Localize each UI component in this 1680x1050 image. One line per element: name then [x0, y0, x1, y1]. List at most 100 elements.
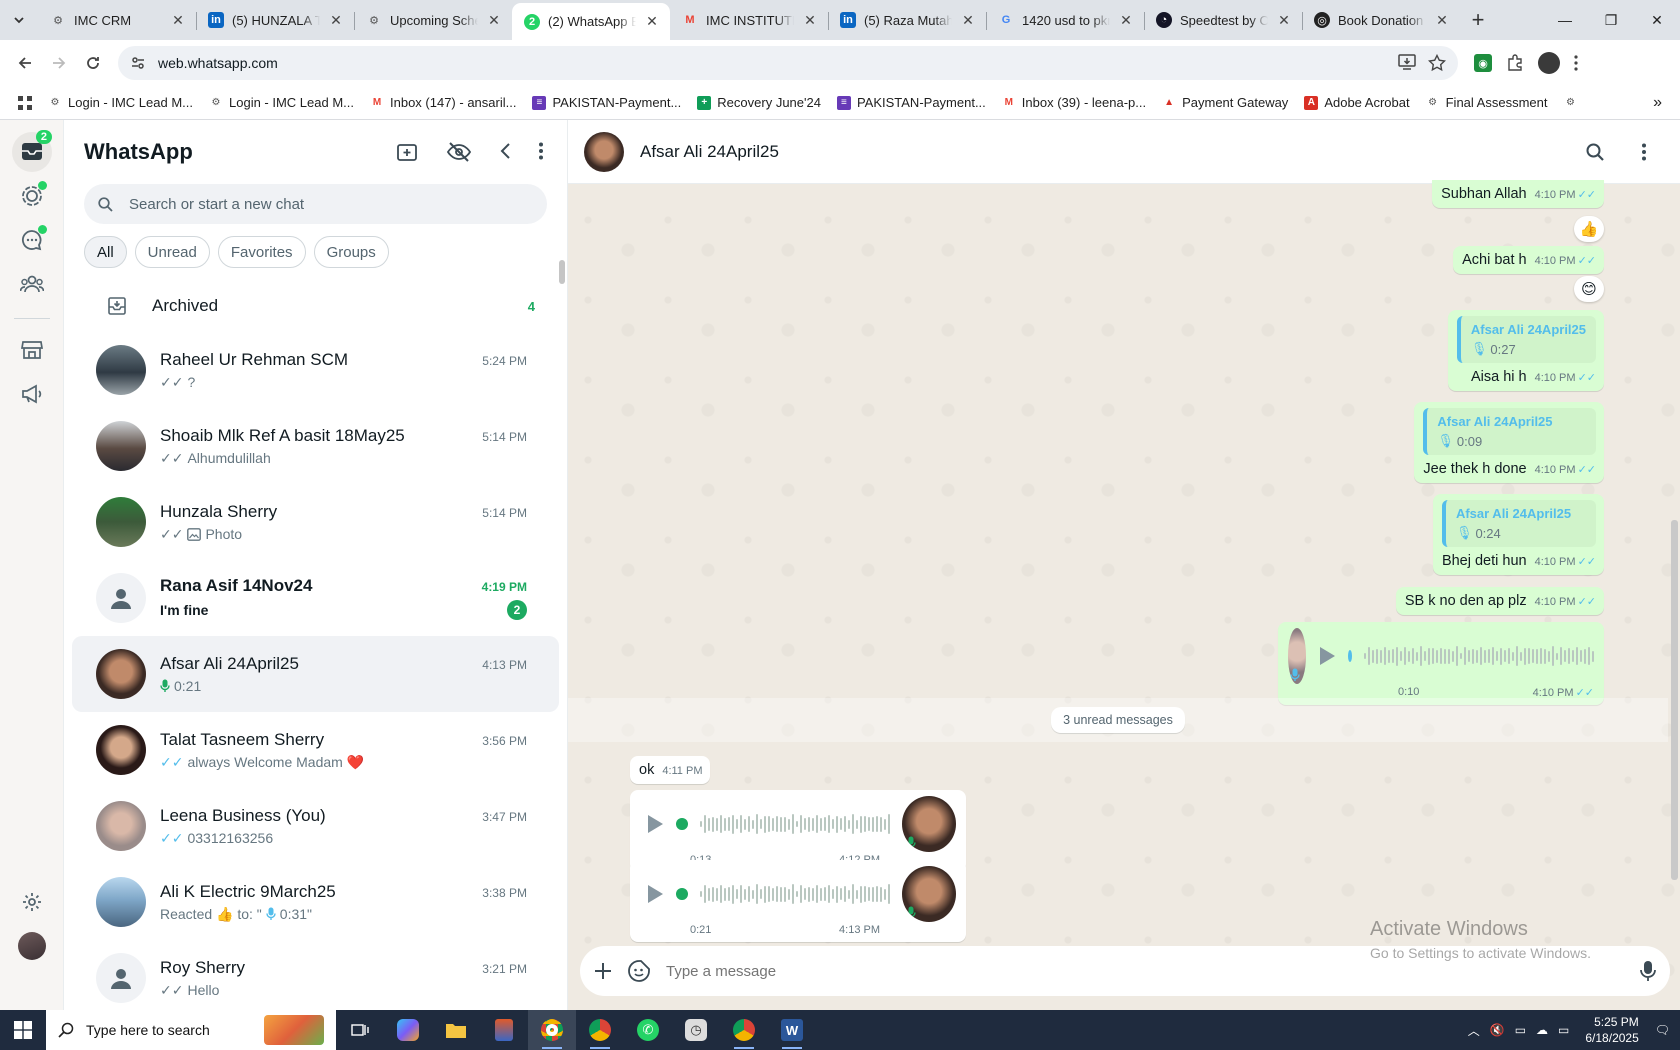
message-bubble-out[interactable]: Afsar Ali 24April25 🎙 0:09 Jee thek h done… [1414, 402, 1604, 483]
playhead-dot[interactable] [676, 888, 688, 900]
sticker-emoji-icon[interactable] [628, 960, 650, 982]
close-icon[interactable]: ✕ [486, 12, 502, 29]
message-bubble-out[interactable]: Afsar Ali 24April25 🎙 0:27 Aisa hi h 4:10 P… [1447, 310, 1604, 391]
waveform[interactable] [699, 881, 890, 907]
filter-groups[interactable]: Groups [313, 236, 389, 268]
close-icon[interactable]: ✕ [328, 12, 344, 29]
taskbar-search[interactable]: Type here to search [46, 1010, 336, 1050]
quoted-voice-message[interactable]: Afsar Ali 24April25 🎙 0:09 [1423, 408, 1596, 455]
chat-row[interactable]: Shoaib Mlk Ref A basit 18May25 5:14 PM ✓✓… [72, 408, 559, 484]
close-icon[interactable]: ✕ [1276, 12, 1292, 29]
chat-row[interactable]: Ali K Electric 9March25 3:38 PM Reacted 👍… [72, 864, 559, 940]
megaphone-icon[interactable] [12, 374, 52, 414]
tab-whatsapp[interactable]: 2 (2) WhatsApp Bu ✕ [512, 3, 670, 40]
quoted-voice-message[interactable]: Afsar Ali 24April25 🎙 0:27 [1456, 316, 1596, 363]
taskbar-clock[interactable]: 5:25 PM 6/18/2025 [1585, 1014, 1638, 1046]
message-reaction[interactable]: 👍 [1574, 216, 1604, 242]
close-icon[interactable]: ✕ [170, 12, 186, 29]
voice-message-in[interactable]: 0:21 4:13 PM [630, 860, 966, 942]
windows-start-icon[interactable] [0, 1010, 46, 1050]
kebab-menu-icon[interactable] [1574, 55, 1578, 71]
status-icon[interactable] [12, 176, 52, 216]
tab-linkedin-raza[interactable]: in (5) Raza Mutahi ✕ [828, 3, 986, 37]
back-arrow-icon[interactable] [8, 46, 42, 80]
file-explorer-icon[interactable] [432, 1010, 480, 1050]
site-info-icon[interactable] [130, 55, 146, 71]
more-bookmarks-icon[interactable]: » [1647, 94, 1668, 112]
install-app-icon[interactable] [1398, 54, 1416, 72]
tab-gmail-imc[interactable]: M IMC INSTITUTE | ✕ [670, 3, 828, 37]
tab-search-button[interactable] [0, 0, 38, 40]
archived-row[interactable]: Archived 4 [64, 280, 567, 332]
volume-muted-icon[interactable]: 🔇 [1490, 1023, 1505, 1037]
puzzle-icon[interactable] [1506, 54, 1524, 72]
chats-icon[interactable]: 2 [12, 130, 52, 172]
voice-message-out[interactable]: 0:10 4:10 PM ✓✓ [1278, 622, 1604, 705]
notifications-icon[interactable]: 🗨 [1655, 1023, 1670, 1037]
device-icon[interactable]: ▭ [1515, 1023, 1526, 1037]
message-bubble-out[interactable]: Afsar Ali 24April25 🎙 0:24 Bhej deti hun 4:… [1432, 494, 1604, 575]
message-bubble-out[interactable]: SB k no den ap plz 4:10 PM ✓✓ [1395, 587, 1604, 615]
filter-unread[interactable]: Unread [134, 236, 210, 268]
search-icon[interactable] [1586, 143, 1604, 161]
menu-dots-icon[interactable] [539, 142, 543, 162]
chat-row[interactable]: Hunzala Sherry 5:14 PM ✓✓ Photo [72, 484, 559, 560]
new-tab-button[interactable]: + [1460, 2, 1496, 38]
bookmark-item[interactable]: A Adobe Acrobat [1298, 95, 1415, 110]
business-tools-icon[interactable] [12, 330, 52, 370]
chat-row[interactable]: Leena Business (You) 3:47 PM ✓✓ 0331216325… [72, 788, 559, 864]
close-icon[interactable]: ✕ [1434, 12, 1450, 29]
attach-plus-icon[interactable] [594, 962, 612, 980]
filter-favorites[interactable]: Favorites [217, 236, 306, 268]
play-icon[interactable] [646, 814, 664, 834]
bookmark-item[interactable]: ≡ PAKISTAN-Payment... [526, 95, 687, 110]
bookmark-item[interactable]: M Inbox (39) - leena-p... [996, 95, 1152, 110]
settings-gear-icon[interactable] [12, 882, 52, 922]
message-bubble-in[interactable]: ok 4:11 PM [630, 756, 711, 784]
play-icon[interactable] [646, 884, 664, 904]
bookmark-item[interactable]: + Recovery June'24 [691, 95, 827, 110]
bookmark-item[interactable]: ▲ Payment Gateway [1156, 95, 1294, 110]
playhead-dot[interactable] [676, 818, 688, 830]
close-icon[interactable]: ✕ [960, 12, 976, 29]
bookmark-item[interactable]: ⚙ [1557, 96, 1583, 110]
play-icon[interactable] [1318, 646, 1336, 666]
profile-avatar[interactable] [12, 926, 52, 966]
bookmark-item[interactable]: M Inbox (147) - ansaril... [364, 95, 522, 110]
filter-all[interactable]: All [84, 236, 127, 268]
channels-icon[interactable] [12, 220, 52, 260]
contact-avatar[interactable] [584, 131, 624, 172]
chat-row[interactable]: Roy Sherry 3:21 PM ✓✓ Hello [72, 940, 559, 1010]
whatsapp-extension-icon[interactable]: ◉ [1474, 54, 1492, 72]
network-icon[interactable]: ▭ [1558, 1023, 1569, 1037]
collapse-chevron-icon[interactable] [499, 142, 511, 162]
conversation-header[interactable]: Afsar Ali 24April25 [568, 120, 1680, 184]
communities-icon[interactable] [12, 264, 52, 304]
conversation-scrollbar[interactable] [1671, 520, 1678, 880]
bookmark-item[interactable]: ⚙ Final Assessment [1420, 95, 1554, 110]
tab-imc-crm[interactable]: ⚙ IMC CRM ✕ [38, 3, 196, 37]
waveform[interactable] [699, 811, 890, 837]
search-input[interactable]: Search or start a new chat [84, 184, 547, 224]
clock-app-icon[interactable]: ◷ [672, 1010, 720, 1050]
minimize-icon[interactable]: — [1542, 0, 1588, 40]
bookmark-star-icon[interactable] [1428, 54, 1446, 72]
close-icon[interactable]: ✕ [1118, 12, 1134, 29]
chat-row[interactable]: Rana Asif 14Nov24 4:19 PM I'm fine 2 [72, 560, 559, 636]
tab-google-search[interactable]: G 1420 usd to pkr ✕ [986, 3, 1144, 37]
menu-dots-icon[interactable] [1642, 143, 1646, 161]
tab-linkedin-hunzala[interactable]: in (5) HUNZALA TA ✕ [196, 3, 354, 37]
app-icon[interactable] [480, 1010, 528, 1050]
task-view-icon[interactable] [336, 1010, 384, 1050]
chat-row-selected[interactable]: Afsar Ali 24April25 4:13 PM 0:21 [72, 636, 559, 712]
chevron-up-icon[interactable]: ︿ [1468, 1022, 1480, 1039]
copilot-icon[interactable] [384, 1010, 432, 1050]
chat-row[interactable]: Raheel Ur Rehman SCM 5:24 PM ✓✓? [72, 332, 559, 408]
chat-list-scrollbar[interactable] [559, 260, 565, 284]
waveform[interactable] [1364, 643, 1594, 669]
close-icon[interactable]: ✕ [644, 13, 660, 30]
tab-upcoming-schedule[interactable]: ⚙ Upcoming Sche ✕ [354, 3, 512, 37]
microphone-icon[interactable] [1640, 960, 1656, 982]
hidden-eye-icon[interactable] [447, 142, 471, 162]
new-chat-icon[interactable] [397, 142, 419, 162]
